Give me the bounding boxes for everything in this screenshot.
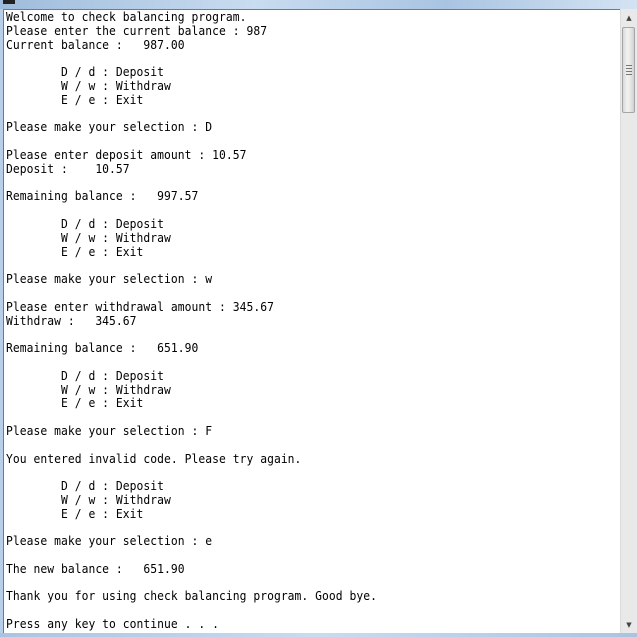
console-line: W / w : Withdraw — [6, 492, 171, 507]
console-line: Deposit : 10.57 — [6, 161, 130, 176]
console-line: Please make your selection : F — [6, 423, 213, 438]
console-line: Remaining balance : 997.57 — [6, 189, 199, 204]
console-line: Withdraw : 345.67 — [6, 313, 137, 328]
console-line: E / e : Exit — [6, 396, 144, 411]
vertical-scrollbar[interactable]: ▲ ▼ — [620, 9, 637, 633]
console-window: Welcome to check balancing program. Pleas… — [0, 0, 637, 637]
console-line: Please enter withdrawal amount : 345.67 — [6, 299, 274, 314]
window-bottom-border — [0, 633, 637, 637]
console-line: Current balance : 987.00 — [6, 37, 185, 52]
console-line: D / d : Deposit — [6, 65, 165, 80]
console-line: You entered invalid code. Please try aga… — [6, 451, 302, 466]
console-line: E / e : Exit — [6, 244, 144, 259]
console-line: D / d : Deposit — [6, 368, 165, 383]
console-line: E / e : Exit — [6, 92, 144, 107]
console-line: W / w : Withdraw — [6, 78, 171, 93]
console-line: Welcome to check balancing program. — [6, 10, 247, 24]
console-line: Thank you for using check balancing prog… — [6, 589, 378, 604]
console-line: The new balance : 651.90 — [6, 561, 185, 576]
console-text: Welcome to check balancing program. Pleas… — [6, 10, 378, 632]
scroll-up-button[interactable]: ▲ — [621, 9, 637, 26]
console-line: D / d : Deposit — [6, 479, 165, 494]
console-line: E / e : Exit — [6, 506, 144, 521]
console-line: Please make your selection : w — [6, 272, 213, 287]
console-line: Please enter deposit amount : 10.57 — [6, 147, 247, 162]
console-line: W / w : Withdraw — [6, 230, 171, 245]
scroll-down-button[interactable]: ▼ — [621, 616, 637, 633]
grip-icon — [626, 65, 632, 75]
console-line: Please make your selection : D — [6, 120, 213, 135]
console-line: D / d : Deposit — [6, 216, 165, 231]
console-output-area[interactable]: Welcome to check balancing program. Pleas… — [3, 9, 637, 633]
scrollbar-thumb[interactable] — [622, 27, 635, 113]
console-line: W / w : Withdraw — [6, 382, 171, 397]
arrow-up-icon: ▲ — [626, 13, 632, 22]
console-line: Please make your selection : e — [6, 534, 213, 549]
console-line: Press any key to continue . . . — [6, 617, 219, 632]
console-line: Please enter the current balance : 987 — [6, 23, 268, 38]
console-app-icon — [3, 0, 15, 4]
console-line: Remaining balance : 651.90 — [6, 341, 199, 356]
arrow-down-icon: ▼ — [626, 620, 632, 629]
title-bar[interactable] — [0, 0, 637, 9]
